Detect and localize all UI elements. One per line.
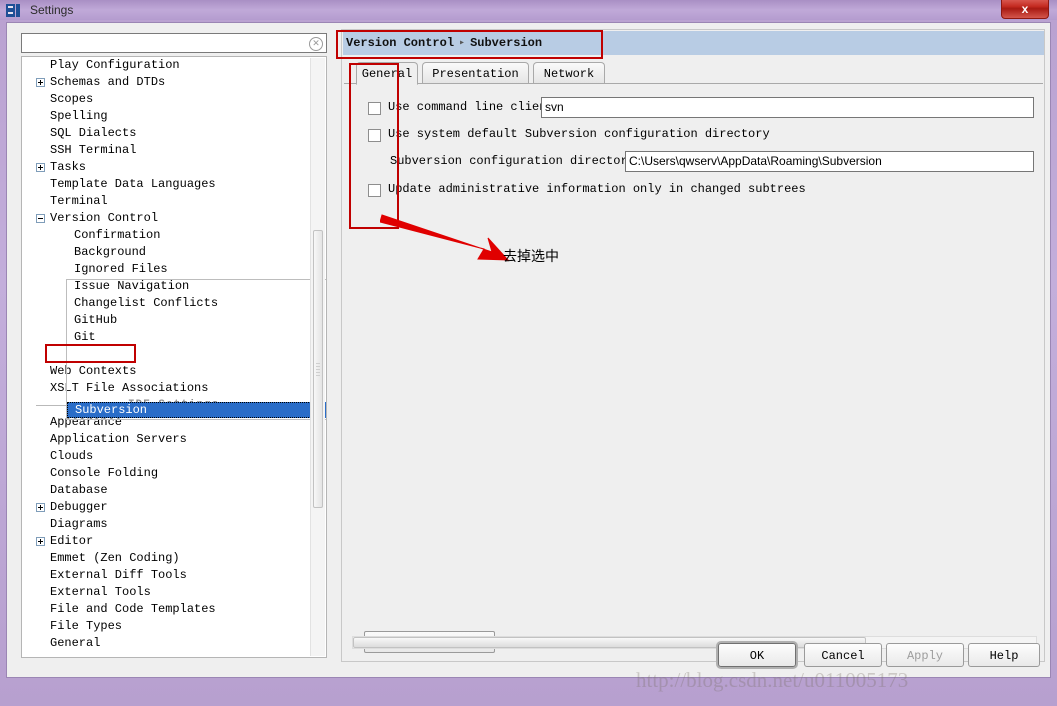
tree-expand-icon[interactable]: [36, 537, 45, 546]
sidebar-item-label: Version Control: [50, 211, 159, 225]
search-input[interactable]: [26, 36, 310, 53]
tree-expand-icon[interactable]: [36, 78, 45, 87]
sidebar-item-label: SSH Terminal: [50, 143, 137, 157]
sidebar-item-label: Schemas and DTDs: [50, 75, 166, 89]
use-command-line-client-checkbox[interactable]: [368, 102, 381, 115]
config-directory-input[interactable]: C:\Users\qwserv\AppData\Roaming\Subversi…: [625, 151, 1034, 172]
sidebar-item-confirmation[interactable]: Confirmation: [22, 227, 326, 244]
annotation-note-text: 去掉选中: [503, 249, 559, 265]
window-title: Settings: [30, 3, 74, 17]
sidebar-item-label: File Types: [50, 619, 123, 633]
help-button[interactable]: Help: [968, 643, 1040, 667]
settings-sidebar: ✕ Play Configuration Schemas and DTDs Scop…: [13, 29, 335, 662]
use-system-default-config-label: Use system default Subversion configurat…: [388, 127, 770, 141]
sidebar-item-terminal[interactable]: Terminal: [22, 193, 326, 210]
sidebar-item-editor[interactable]: Editor: [22, 533, 326, 550]
version-control-subtree-outline: [66, 279, 326, 420]
tree-collapse-icon[interactable]: [36, 214, 45, 223]
sidebar-item-tasks[interactable]: Tasks: [22, 159, 326, 176]
sidebar-item-background[interactable]: Background: [22, 244, 326, 261]
breadcrumb: Version Control ▸ Subversion: [343, 31, 1044, 55]
sidebar-item-sql-dialects[interactable]: SQL Dialects: [22, 125, 326, 142]
config-directory-label: Subversion configuration directory:: [390, 154, 643, 168]
sidebar-item-debugger[interactable]: Debugger: [22, 499, 326, 516]
update-admin-info-checkbox[interactable]: [368, 184, 381, 197]
sidebar-item-emmet-zen-coding[interactable]: Emmet (Zen Coding): [22, 550, 326, 567]
sidebar-item-label: External Diff Tools: [50, 568, 187, 582]
close-icon[interactable]: x: [1001, 0, 1049, 19]
sidebar-item-label: External Tools: [50, 585, 151, 599]
sidebar-item-play-configuration[interactable]: Play Configuration: [22, 57, 326, 74]
use-system-default-config-checkbox[interactable]: [368, 129, 381, 142]
scrollbar-grip-icon: [316, 363, 320, 377]
breadcrumb-current: Subversion: [470, 36, 543, 50]
sidebar-item-label: Diagrams: [50, 517, 108, 531]
tab-presentation[interactable]: Presentation: [422, 62, 529, 84]
window-titlebar: Settings x: [0, 0, 1057, 20]
sidebar-item-ssh-terminal[interactable]: SSH Terminal: [22, 142, 326, 159]
sidebar-item-label: Background: [74, 245, 147, 259]
sidebar-item-label: Database: [50, 483, 108, 497]
sidebar-item-ignored-files[interactable]: Ignored Files: [22, 261, 326, 278]
command-line-client-input[interactable]: svn: [541, 97, 1034, 118]
sidebar-item-label: Debugger: [50, 500, 108, 514]
sidebar-item-label: Spelling: [50, 109, 108, 123]
sidebar-item-external-tools[interactable]: External Tools: [22, 584, 326, 601]
sidebar-item-label: File and Code Templates: [50, 602, 216, 616]
ok-button[interactable]: OK: [718, 643, 796, 667]
sidebar-item-label: Application Servers: [50, 432, 187, 446]
tab-general[interactable]: General: [356, 62, 418, 85]
apply-button[interactable]: Apply: [886, 643, 964, 667]
sidebar-item-scopes[interactable]: Scopes: [22, 91, 326, 108]
tab-network[interactable]: Network: [533, 62, 605, 84]
settings-window: Settings x ✕ Play Configuration Schemas a…: [0, 0, 1057, 706]
sidebar-item-label: Console Folding: [50, 466, 159, 480]
sidebar-item-label: Scopes: [50, 92, 94, 106]
sidebar-item-label: Clouds: [50, 449, 94, 463]
tree-expand-icon[interactable]: [36, 503, 45, 512]
sidebar-item-label: Editor: [50, 534, 94, 548]
sidebar-item-file-types[interactable]: File Types: [22, 618, 326, 635]
sidebar-item-label: Terminal: [50, 194, 108, 208]
sidebar-item-label: Tasks: [50, 160, 87, 174]
update-admin-info-label: Update administrative information only i…: [388, 182, 806, 196]
sidebar-item-spelling[interactable]: Spelling: [22, 108, 326, 125]
search-box[interactable]: ✕: [21, 33, 327, 53]
tree-expand-icon[interactable]: [36, 163, 45, 172]
sidebar-item-application-servers[interactable]: Application Servers: [22, 431, 326, 448]
settings-detail-pane: Version Control ▸ Subversion General Pre…: [341, 29, 1045, 662]
dialog-button-bar: OK Cancel Apply Help: [7, 643, 1052, 673]
sidebar-item-subversion-selected[interactable]: Subversion: [67, 402, 326, 418]
sidebar-item-console-folding[interactable]: Console Folding: [22, 465, 326, 482]
sidebar-item-schemas-and-dtds[interactable]: Schemas and DTDs: [22, 74, 326, 91]
sidebar-item-template-data-languages[interactable]: Template Data Languages: [22, 176, 326, 193]
sidebar-item-label: Subversion: [75, 403, 148, 417]
sidebar-vertical-scrollbar[interactable]: [310, 58, 325, 656]
sidebar-item-label: Emmet (Zen Coding): [50, 551, 180, 565]
sidebar-item-clouds[interactable]: Clouds: [22, 448, 326, 465]
sidebar-item-diagrams[interactable]: Diagrams: [22, 516, 326, 533]
sidebar-item-label: Confirmation: [74, 228, 161, 242]
settings-tree[interactable]: Play Configuration Schemas and DTDs Scopes…: [21, 56, 327, 658]
sidebar-item-label: SQL Dialects: [50, 126, 137, 140]
sidebar-item-version-control[interactable]: Version Control: [22, 210, 326, 227]
dialog-body: ✕ Play Configuration Schemas and DTDs Scop…: [6, 22, 1051, 678]
sidebar-item-label: Ignored Files: [74, 262, 168, 276]
intellij-idea-icon: [6, 3, 22, 18]
tab-panel-general: Use command line client: svn Use system …: [344, 83, 1043, 653]
use-command-line-client-label: Use command line client:: [388, 100, 561, 114]
clear-circle-icon[interactable]: ✕: [309, 37, 323, 51]
breadcrumb-chevron-right-icon: ▸: [459, 38, 466, 49]
sidebar-item-label: Play Configuration: [50, 58, 180, 72]
sidebar-item-external-diff-tools[interactable]: External Diff Tools: [22, 567, 326, 584]
breadcrumb-parent: Version Control: [346, 36, 455, 50]
sidebar-item-database[interactable]: Database: [22, 482, 326, 499]
cancel-button[interactable]: Cancel: [804, 643, 882, 667]
sidebar-item-label: Template Data Languages: [50, 177, 216, 191]
sidebar-item-file-and-code-templates[interactable]: File and Code Templates: [22, 601, 326, 618]
